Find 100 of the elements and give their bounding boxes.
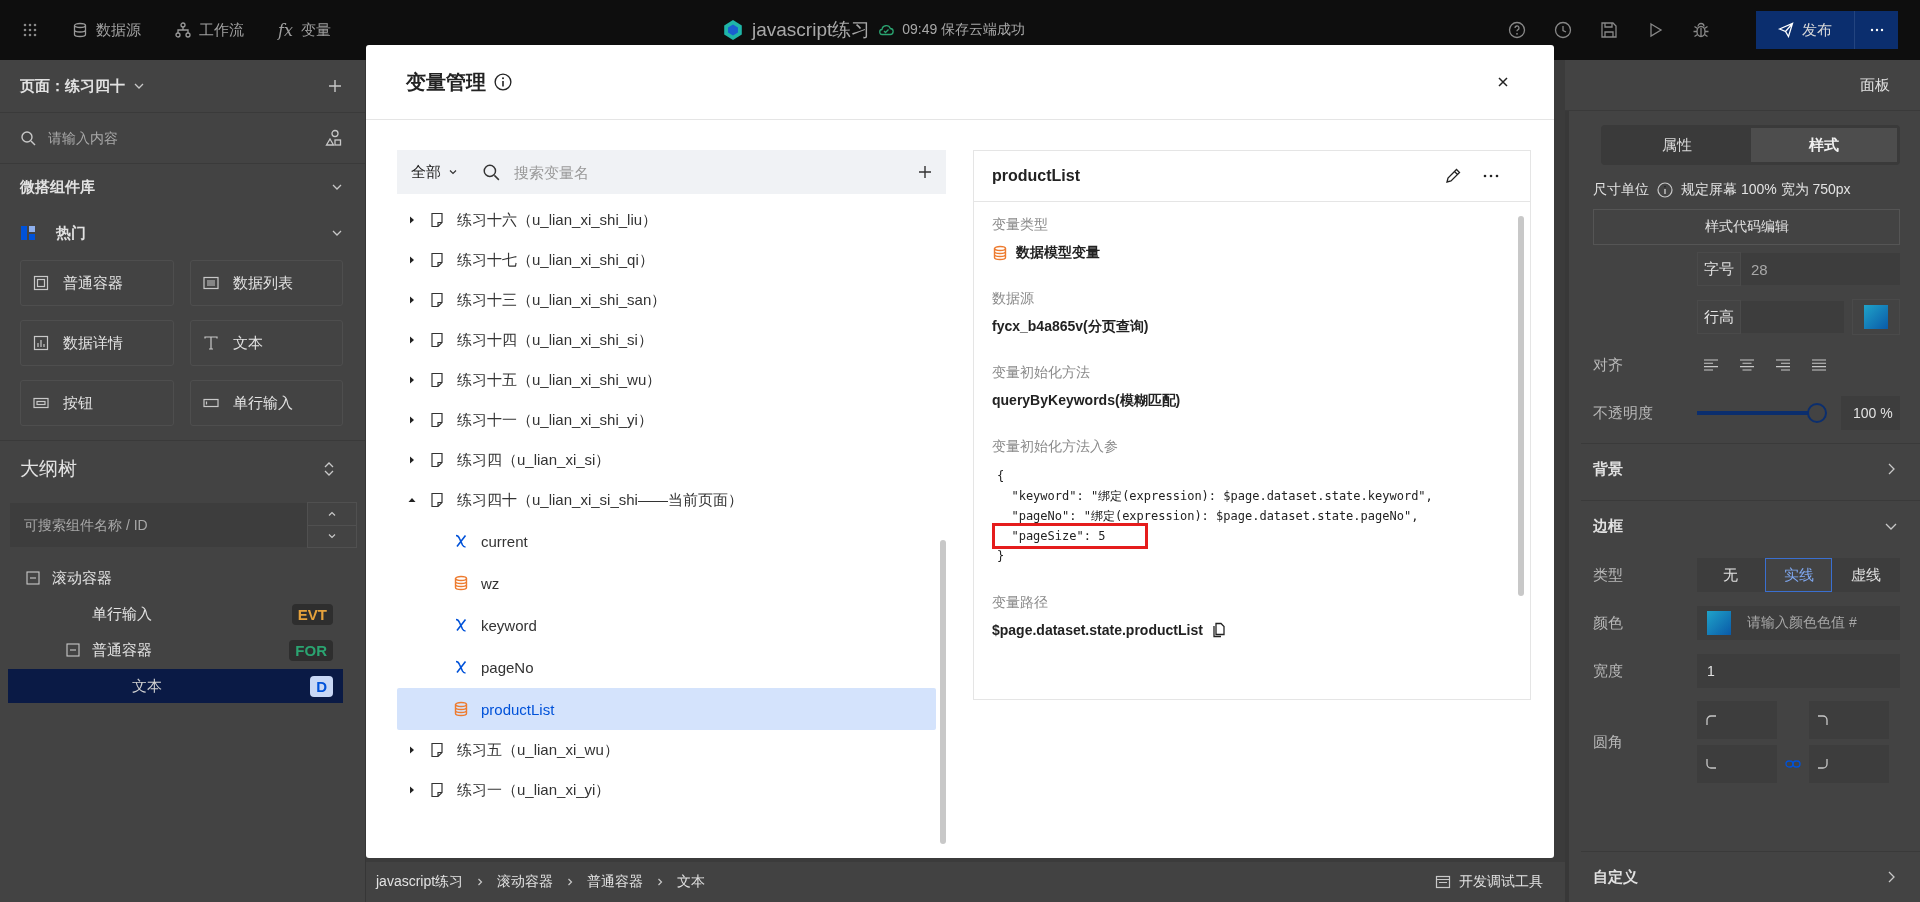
breadcrumb-item[interactable]: 文本 xyxy=(677,873,706,891)
radius-field[interactable] xyxy=(1697,701,1777,739)
tree-item[interactable]: productList xyxy=(397,688,936,730)
component-badge: FOR xyxy=(289,639,333,661)
tree-item[interactable]: 练习十三（u_lian_xi_shi_san） xyxy=(397,280,936,320)
chevron-down-icon xyxy=(448,167,458,177)
opacity-value-field[interactable]: 100 % xyxy=(1841,396,1900,430)
filter-dropdown[interactable]: 全部 xyxy=(411,162,458,182)
radius-field[interactable] xyxy=(1809,745,1889,783)
border-type-option[interactable]: 虚线 xyxy=(1832,558,1900,592)
page-icon xyxy=(429,252,445,268)
collapse-icon[interactable] xyxy=(66,643,80,657)
save-icon[interactable] xyxy=(1600,21,1618,39)
database-icon xyxy=(992,245,1008,261)
shapes-icon[interactable] xyxy=(325,129,343,147)
clock-icon[interactable] xyxy=(1554,21,1572,39)
slider-handle[interactable] xyxy=(1807,403,1827,423)
tree-item[interactable]: 练习十五（u_lian_xi_shi_wu） xyxy=(397,360,936,400)
debug-tool-button[interactable]: 开发调试工具 xyxy=(1435,873,1543,891)
variable-search-field[interactable]: 搜索变量名 xyxy=(482,150,906,194)
close-icon[interactable] xyxy=(1496,75,1510,89)
tree-item[interactable]: 练习四十（u_lian_xi_si_shi——当前页面） xyxy=(397,480,936,520)
field-label: 变量路径 xyxy=(992,594,1049,612)
tree-item[interactable]: 练习四（u_lian_xi_si） xyxy=(397,440,936,480)
tree-item[interactable]: 练习十七（u_lian_xi_shi_qi） xyxy=(397,240,936,280)
color-picker[interactable] xyxy=(1852,299,1900,335)
bug-icon[interactable] xyxy=(1692,21,1710,39)
size-unit-value: 规定屏幕 100% 宽为 750px xyxy=(1681,181,1851,199)
align-right-icon[interactable] xyxy=(1775,357,1791,373)
border-type-option[interactable]: 实线 xyxy=(1764,558,1833,592)
page-selector[interactable]: 页面：练习四十 xyxy=(20,76,125,96)
outline-item[interactable]: 滚动容器 xyxy=(8,561,343,595)
tree-item[interactable]: keyword xyxy=(397,604,936,646)
copy-icon[interactable] xyxy=(1210,622,1227,638)
outline-item[interactable]: 单行输入 EVT xyxy=(8,597,343,631)
outline-item[interactable]: 普通容器 FOR xyxy=(8,633,343,667)
align-justify-icon[interactable] xyxy=(1811,357,1827,373)
database-icon xyxy=(72,22,88,38)
tree-item[interactable]: 练习十一（u_lian_xi_shi_yi） xyxy=(397,400,936,440)
style-code-button[interactable]: 样式代码编辑 xyxy=(1593,209,1900,245)
scrollbar[interactable] xyxy=(1518,216,1524,596)
scrollbar[interactable] xyxy=(940,540,946,844)
radius-field[interactable] xyxy=(1697,745,1777,783)
nav-item[interactable]: fx 变量 xyxy=(278,20,331,40)
breadcrumb-item[interactable]: javascript练习 xyxy=(376,873,464,891)
breadcrumb-item[interactable]: 普通容器 xyxy=(587,873,644,891)
search-icon xyxy=(20,130,36,146)
panel-label: 面板 xyxy=(1860,75,1890,95)
tree-item[interactable]: 练习一（u_lian_xi_yi） xyxy=(397,770,936,810)
search-bar[interactable]: 全部 搜索变量名 xyxy=(397,150,946,194)
nav-item[interactable]: 工作流 xyxy=(175,20,244,40)
border-color-field[interactable]: 请输入颜色色值 # xyxy=(1697,606,1900,640)
component-search-field[interactable]: 请输入内容 xyxy=(46,129,315,147)
field-value: fycx_b4a865v(分页查询) xyxy=(992,318,1150,336)
publish-button[interactable]: 发布 xyxy=(1756,11,1854,49)
container-icon xyxy=(33,275,49,291)
tree-item[interactable]: pageNo xyxy=(397,646,936,688)
help-icon[interactable] xyxy=(1508,21,1526,39)
app-grid-icon[interactable] xyxy=(22,22,38,38)
tree-item[interactable]: current xyxy=(397,520,936,562)
outline-item[interactable]: 文本 D xyxy=(8,669,343,703)
outline-search-field[interactable]: 可搜索组件名称 / ID xyxy=(10,503,307,547)
variable-icon xyxy=(453,533,469,549)
section-header[interactable]: 自定义 xyxy=(1581,851,1920,902)
align-center-icon[interactable] xyxy=(1739,357,1755,373)
field-label: 数据源 xyxy=(992,290,1035,308)
project-title: javascript练习 xyxy=(752,18,871,42)
edit-icon[interactable] xyxy=(1444,167,1462,185)
page-icon xyxy=(429,742,445,758)
logo-icon xyxy=(722,19,744,41)
code-line: "pageNo": "绑定(expression): $page.dataset.state.pageNo", xyxy=(1010,508,1420,525)
tree-item[interactable]: 练习十六（u_lian_xi_shi_liu） xyxy=(397,200,936,240)
component-tile[interactable]: 单行输入 xyxy=(189,380,343,426)
border-type-option[interactable]: 无 xyxy=(1697,558,1765,592)
add-icon[interactable] xyxy=(918,165,932,179)
panel-tab[interactable]: 样式 xyxy=(1750,128,1897,162)
section-header[interactable]: 边框 xyxy=(1581,500,1920,551)
nav-item[interactable]: 数据源 xyxy=(72,20,141,40)
info-icon[interactable] xyxy=(494,73,512,91)
outline-search-input[interactable]: 可搜索组件名称 / ID xyxy=(22,516,307,534)
panel-tab[interactable]: 属性 xyxy=(1604,128,1751,162)
tree-item[interactable]: 练习五（u_lian_xi_wu） xyxy=(397,730,936,770)
component-tile[interactable]: 普通容器 xyxy=(20,260,174,306)
component-tile[interactable]: 按钮 xyxy=(20,380,174,426)
line-height-field[interactable]: 行高 xyxy=(1697,301,1844,333)
page-icon xyxy=(429,452,445,468)
border-width-field[interactable]: 1 xyxy=(1697,654,1900,688)
collapse-icon[interactable] xyxy=(26,571,40,585)
align-left-icon[interactable] xyxy=(1703,357,1719,373)
radius-field[interactable] xyxy=(1809,701,1889,739)
component-tile[interactable]: 文本 xyxy=(189,320,343,366)
font-size-field[interactable]: 字号 28 xyxy=(1697,253,1900,285)
tree-item[interactable]: 练习十四（u_lian_xi_shi_si） xyxy=(397,320,936,360)
component-tile[interactable]: 数据列表 xyxy=(189,260,343,306)
breadcrumb-item[interactable]: 滚动容器 xyxy=(497,873,554,891)
section-header[interactable]: 背景 xyxy=(1581,443,1920,494)
variable-name: productList xyxy=(992,167,1080,185)
component-tile[interactable]: 数据详情 xyxy=(20,320,174,366)
tree-item[interactable]: wz xyxy=(397,562,936,604)
variable-search-input[interactable]: 搜索变量名 xyxy=(512,162,906,182)
